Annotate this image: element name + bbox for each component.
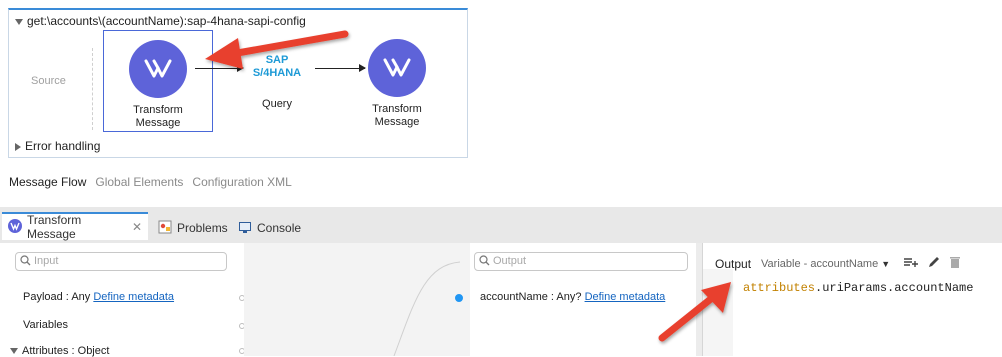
sap-query-component[interactable]: SAP S/4HANA Query: [233, 30, 321, 132]
tab-problems[interactable]: Problems: [152, 214, 234, 242]
edit-pencil-icon[interactable]: [927, 255, 941, 272]
problems-icon: [158, 220, 172, 237]
define-metadata-link[interactable]: Define metadata: [93, 291, 174, 303]
output-search[interactable]: Output: [474, 252, 688, 271]
editor-gutter: [703, 269, 733, 356]
transform-icon: [8, 218, 22, 236]
transform-message-component-selected[interactable]: Transform Message: [103, 30, 213, 132]
canvas-tabs: Message Flow Global Elements Configuration…: [9, 175, 301, 189]
collapse-icon[interactable]: [10, 348, 18, 355]
bottom-panel: Transform Message ✕ Problems Console Inp…: [0, 207, 1002, 357]
source-label: Source: [31, 75, 66, 87]
mapping-line: [393, 261, 461, 356]
dataweave-editor: Output Variable - accountName ▼ attribut…: [702, 243, 1002, 356]
mule-transform-icon: [129, 40, 187, 98]
search-icon: [479, 255, 490, 272]
collapse-icon[interactable]: [15, 18, 23, 25]
component-label: Transform Message: [372, 103, 422, 128]
tree-item-variables[interactable]: Variables: [23, 319, 68, 331]
define-metadata-link[interactable]: Define metadata: [585, 291, 666, 303]
flow-name: get:\accounts\(accountName):sap-4hana-sa…: [27, 14, 306, 28]
output-target-select[interactable]: Variable - accountName ▼: [761, 258, 890, 270]
flow-title[interactable]: get:\accounts\(accountName):sap-4hana-sa…: [15, 14, 306, 28]
component-label: Transform Message: [133, 104, 183, 129]
add-output-icon[interactable]: [903, 255, 919, 272]
close-icon[interactable]: ✕: [132, 220, 142, 234]
tab-console[interactable]: Console: [232, 214, 307, 242]
code-line[interactable]: attributes.uriParams.accountName: [743, 281, 973, 295]
chevron-down-icon: ▼: [881, 259, 891, 269]
editor-header: Output Variable - accountName ▼: [715, 257, 890, 271]
editor-toolbar: [903, 255, 961, 272]
component-label: Query: [262, 98, 292, 110]
transform-message-component[interactable]: Transform Message: [357, 30, 437, 132]
trash-icon[interactable]: [949, 255, 961, 272]
tree-item-attributes[interactable]: Attributes : Object: [10, 345, 109, 357]
tab-transform-message[interactable]: Transform Message ✕: [2, 212, 148, 241]
input-panel: Input Payload : Any Define metadata Vari…: [0, 243, 245, 357]
error-handling-section[interactable]: Error handling: [15, 139, 100, 153]
mule-transform-icon: [368, 39, 426, 97]
output-panel: Output accountName : Any? Define metadat…: [455, 243, 696, 356]
tab-global-elements[interactable]: Global Elements: [95, 175, 183, 189]
tree-item-payload[interactable]: Payload : Any Define metadata: [23, 291, 174, 303]
search-icon: [20, 255, 31, 272]
mapping-canvas: [244, 243, 470, 356]
tree-item-accountname[interactable]: accountName : Any? Define metadata: [480, 291, 665, 303]
source-separator: [92, 48, 93, 130]
bottom-tabbar: Transform Message ✕ Problems Console: [0, 207, 1002, 243]
expand-icon[interactable]: [15, 142, 21, 151]
tab-message-flow[interactable]: Message Flow: [9, 175, 86, 189]
mapping-port-connected[interactable]: [455, 294, 463, 302]
sap-s4hana-logo: SAP S/4HANA: [252, 54, 302, 79]
flow-canvas: get:\accounts\(accountName):sap-4hana-sa…: [8, 8, 468, 158]
console-icon: [238, 220, 252, 237]
tab-configuration-xml[interactable]: Configuration XML: [192, 175, 291, 189]
input-search[interactable]: Input: [15, 252, 227, 271]
